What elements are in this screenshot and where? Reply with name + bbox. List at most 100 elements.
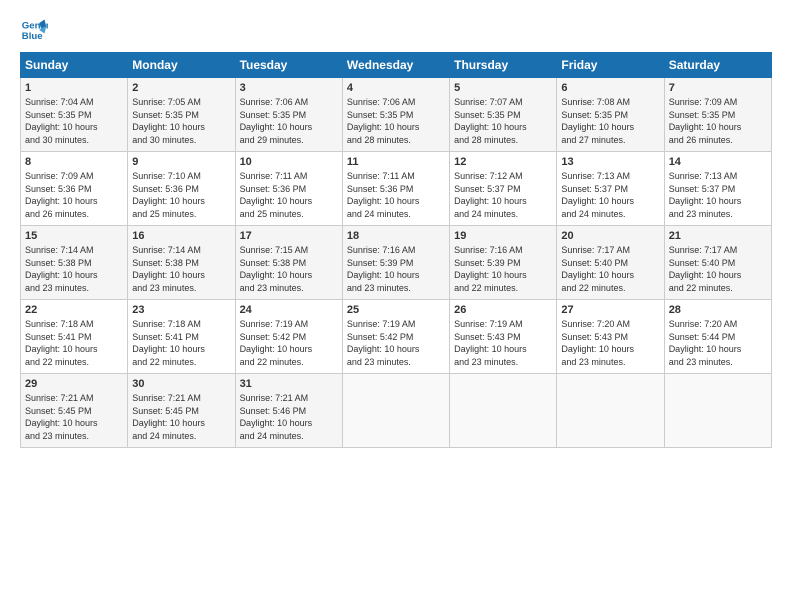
cell-info: Sunrise: 7:18 AM Sunset: 5:41 PM Dayligh… xyxy=(25,318,123,368)
week-row-4: 22 Sunrise: 7:18 AM Sunset: 5:41 PM Dayl… xyxy=(21,300,772,374)
sunset-label: Sunset: 5:37 PM xyxy=(454,184,521,194)
daylight-label: Daylight: 10 hoursand 23 minutes. xyxy=(454,344,527,367)
header-saturday: Saturday xyxy=(664,53,771,78)
sunrise-label: Sunrise: 7:06 AM xyxy=(240,97,309,107)
sunrise-label: Sunrise: 7:07 AM xyxy=(454,97,523,107)
sunset-label: Sunset: 5:45 PM xyxy=(25,406,92,416)
sunset-label: Sunset: 5:36 PM xyxy=(132,184,199,194)
daylight-label: Daylight: 10 hoursand 22 minutes. xyxy=(669,270,742,293)
day-number: 6 xyxy=(561,82,659,94)
logo-icon: General Blue xyxy=(20,16,48,44)
day-number: 10 xyxy=(240,156,338,168)
calendar-cell: 20 Sunrise: 7:17 AM Sunset: 5:40 PM Dayl… xyxy=(557,226,664,300)
sunset-label: Sunset: 5:35 PM xyxy=(132,110,199,120)
daylight-label: Daylight: 10 hoursand 23 minutes. xyxy=(669,196,742,219)
day-number: 3 xyxy=(240,82,338,94)
day-number: 21 xyxy=(669,230,767,242)
calendar-cell: 24 Sunrise: 7:19 AM Sunset: 5:42 PM Dayl… xyxy=(235,300,342,374)
sunrise-label: Sunrise: 7:06 AM xyxy=(347,97,416,107)
sunrise-label: Sunrise: 7:19 AM xyxy=(240,319,309,329)
logo: General Blue xyxy=(20,16,52,44)
header-wednesday: Wednesday xyxy=(342,53,449,78)
calendar-cell: 30 Sunrise: 7:21 AM Sunset: 5:45 PM Dayl… xyxy=(128,374,235,448)
sunset-label: Sunset: 5:44 PM xyxy=(669,332,736,342)
daylight-label: Daylight: 10 hoursand 24 minutes. xyxy=(454,196,527,219)
calendar-cell: 7 Sunrise: 7:09 AM Sunset: 5:35 PM Dayli… xyxy=(664,78,771,152)
cell-info: Sunrise: 7:09 AM Sunset: 5:36 PM Dayligh… xyxy=(25,170,123,220)
cell-info: Sunrise: 7:04 AM Sunset: 5:35 PM Dayligh… xyxy=(25,96,123,146)
daylight-label: Daylight: 10 hoursand 24 minutes. xyxy=(347,196,420,219)
sunset-label: Sunset: 5:41 PM xyxy=(132,332,199,342)
day-number: 18 xyxy=(347,230,445,242)
day-number: 28 xyxy=(669,304,767,316)
sunset-label: Sunset: 5:41 PM xyxy=(25,332,92,342)
daylight-label: Daylight: 10 hoursand 26 minutes. xyxy=(25,196,98,219)
day-number: 13 xyxy=(561,156,659,168)
calendar-cell xyxy=(664,374,771,448)
calendar-cell: 10 Sunrise: 7:11 AM Sunset: 5:36 PM Dayl… xyxy=(235,152,342,226)
sunset-label: Sunset: 5:40 PM xyxy=(561,258,628,268)
daylight-label: Daylight: 10 hoursand 23 minutes. xyxy=(347,344,420,367)
cell-info: Sunrise: 7:21 AM Sunset: 5:46 PM Dayligh… xyxy=(240,392,338,442)
day-number: 23 xyxy=(132,304,230,316)
day-number: 4 xyxy=(347,82,445,94)
header-tuesday: Tuesday xyxy=(235,53,342,78)
daylight-label: Daylight: 10 hoursand 26 minutes. xyxy=(669,122,742,145)
day-number: 17 xyxy=(240,230,338,242)
sunset-label: Sunset: 5:36 PM xyxy=(347,184,414,194)
day-number: 27 xyxy=(561,304,659,316)
cell-info: Sunrise: 7:19 AM Sunset: 5:43 PM Dayligh… xyxy=(454,318,552,368)
calendar-cell: 21 Sunrise: 7:17 AM Sunset: 5:40 PM Dayl… xyxy=(664,226,771,300)
calendar-cell: 18 Sunrise: 7:16 AM Sunset: 5:39 PM Dayl… xyxy=(342,226,449,300)
daylight-label: Daylight: 10 hoursand 24 minutes. xyxy=(240,418,313,441)
cell-info: Sunrise: 7:07 AM Sunset: 5:35 PM Dayligh… xyxy=(454,96,552,146)
sunset-label: Sunset: 5:42 PM xyxy=(347,332,414,342)
daylight-label: Daylight: 10 hoursand 23 minutes. xyxy=(25,270,98,293)
daylight-label: Daylight: 10 hoursand 23 minutes. xyxy=(347,270,420,293)
sunrise-label: Sunrise: 7:14 AM xyxy=(25,245,94,255)
sunset-label: Sunset: 5:38 PM xyxy=(25,258,92,268)
cell-info: Sunrise: 7:11 AM Sunset: 5:36 PM Dayligh… xyxy=(240,170,338,220)
sunset-label: Sunset: 5:35 PM xyxy=(454,110,521,120)
sunset-label: Sunset: 5:38 PM xyxy=(240,258,307,268)
sunset-label: Sunset: 5:35 PM xyxy=(240,110,307,120)
day-number: 14 xyxy=(669,156,767,168)
sunset-label: Sunset: 5:45 PM xyxy=(132,406,199,416)
sunset-label: Sunset: 5:35 PM xyxy=(669,110,736,120)
sunrise-label: Sunrise: 7:11 AM xyxy=(240,171,308,181)
day-number: 16 xyxy=(132,230,230,242)
cell-info: Sunrise: 7:16 AM Sunset: 5:39 PM Dayligh… xyxy=(454,244,552,294)
calendar-cell: 12 Sunrise: 7:12 AM Sunset: 5:37 PM Dayl… xyxy=(450,152,557,226)
calendar-cell xyxy=(557,374,664,448)
sunrise-label: Sunrise: 7:12 AM xyxy=(454,171,523,181)
calendar-cell: 19 Sunrise: 7:16 AM Sunset: 5:39 PM Dayl… xyxy=(450,226,557,300)
cell-info: Sunrise: 7:10 AM Sunset: 5:36 PM Dayligh… xyxy=(132,170,230,220)
cell-info: Sunrise: 7:14 AM Sunset: 5:38 PM Dayligh… xyxy=(132,244,230,294)
calendar-cell: 28 Sunrise: 7:20 AM Sunset: 5:44 PM Dayl… xyxy=(664,300,771,374)
cell-info: Sunrise: 7:12 AM Sunset: 5:37 PM Dayligh… xyxy=(454,170,552,220)
sunrise-label: Sunrise: 7:20 AM xyxy=(561,319,630,329)
sunset-label: Sunset: 5:38 PM xyxy=(132,258,199,268)
week-row-3: 15 Sunrise: 7:14 AM Sunset: 5:38 PM Dayl… xyxy=(21,226,772,300)
sunset-label: Sunset: 5:46 PM xyxy=(240,406,307,416)
daylight-label: Daylight: 10 hoursand 23 minutes. xyxy=(561,344,634,367)
daylight-label: Daylight: 10 hoursand 24 minutes. xyxy=(561,196,634,219)
sunrise-label: Sunrise: 7:18 AM xyxy=(132,319,201,329)
day-number: 22 xyxy=(25,304,123,316)
day-number: 19 xyxy=(454,230,552,242)
daylight-label: Daylight: 10 hoursand 30 minutes. xyxy=(25,122,98,145)
daylight-label: Daylight: 10 hoursand 30 minutes. xyxy=(132,122,205,145)
sunrise-label: Sunrise: 7:19 AM xyxy=(454,319,523,329)
sunrise-label: Sunrise: 7:21 AM xyxy=(25,393,94,403)
calendar-cell: 16 Sunrise: 7:14 AM Sunset: 5:38 PM Dayl… xyxy=(128,226,235,300)
day-number: 24 xyxy=(240,304,338,316)
calendar-cell: 31 Sunrise: 7:21 AM Sunset: 5:46 PM Dayl… xyxy=(235,374,342,448)
cell-info: Sunrise: 7:13 AM Sunset: 5:37 PM Dayligh… xyxy=(669,170,767,220)
sunrise-label: Sunrise: 7:16 AM xyxy=(347,245,416,255)
calendar-cell xyxy=(450,374,557,448)
calendar-cell: 3 Sunrise: 7:06 AM Sunset: 5:35 PM Dayli… xyxy=(235,78,342,152)
cell-info: Sunrise: 7:20 AM Sunset: 5:44 PM Dayligh… xyxy=(669,318,767,368)
sunrise-label: Sunrise: 7:10 AM xyxy=(132,171,201,181)
calendar-cell: 13 Sunrise: 7:13 AM Sunset: 5:37 PM Dayl… xyxy=(557,152,664,226)
day-number: 7 xyxy=(669,82,767,94)
